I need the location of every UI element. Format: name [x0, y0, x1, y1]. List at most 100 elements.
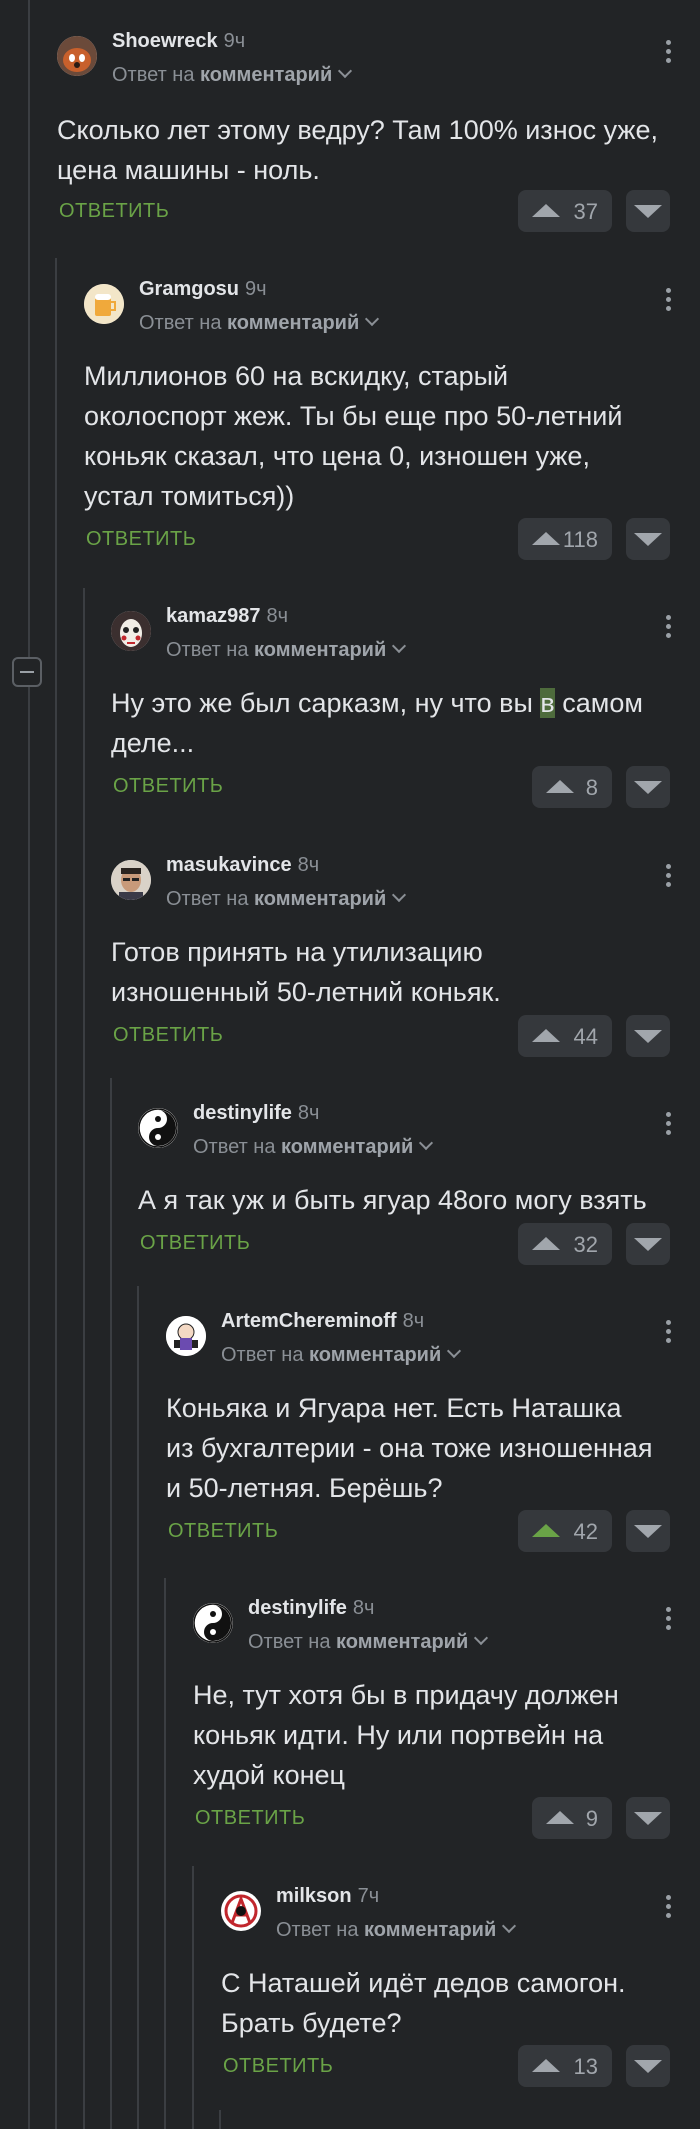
- vote-count: 13: [573, 2054, 598, 2079]
- upvote-button[interactable]: 44: [518, 1015, 612, 1057]
- thread-line-3: [83, 588, 85, 2129]
- arrow-up-icon: [532, 204, 560, 217]
- reply-button[interactable]: ОТВЕТИТЬ: [140, 1232, 250, 1255]
- thread-line-5: [137, 1286, 139, 2129]
- chevron-down-icon: [474, 1630, 489, 1646]
- beer-avatar[interactable]: [84, 284, 124, 324]
- more-icon[interactable]: [666, 1895, 672, 1922]
- more-icon[interactable]: [666, 1607, 672, 1634]
- reply-button[interactable]: ОТВЕТИТЬ: [223, 2055, 333, 2078]
- arrow-up-icon: [546, 780, 574, 793]
- more-icon[interactable]: [666, 40, 672, 67]
- comment: kamaz987 8ч Ответ на комментарий Ну это ж…: [111, 605, 672, 808]
- vote-count: 9: [585, 1806, 598, 1831]
- thread-line-6: [164, 1578, 166, 2129]
- upvote-button[interactable]: 8: [532, 766, 612, 808]
- comment-time: 8ч: [352, 1597, 375, 1619]
- reply-button[interactable]: ОТВЕТИТЬ: [113, 1024, 223, 1047]
- username[interactable]: masukavince: [166, 854, 292, 876]
- reply-to-link[interactable]: Ответ на комментарий: [112, 63, 353, 87]
- yinyang-avatar[interactable]: [193, 1603, 233, 1643]
- reply-to-link[interactable]: Ответ на комментарий: [166, 638, 407, 662]
- cartoon-avatar[interactable]: [166, 1316, 206, 1356]
- more-icon[interactable]: [666, 288, 672, 315]
- mask-avatar[interactable]: [111, 611, 151, 651]
- reply-to-link[interactable]: Ответ на комментарий: [193, 1135, 434, 1159]
- reply-button[interactable]: ОТВЕТИТЬ: [59, 200, 169, 223]
- comment-time: 8ч: [402, 1310, 425, 1332]
- reply-to-link[interactable]: Ответ на комментарий: [248, 1630, 489, 1654]
- thread-line-2: [55, 258, 57, 2129]
- arrow-up-icon: [546, 1811, 574, 1824]
- comment: Gramgosu 9ч Ответ на комментарий Миллионо…: [84, 278, 672, 560]
- reply-button[interactable]: ОТВЕТИТЬ: [195, 1807, 305, 1830]
- man-avatar[interactable]: [111, 860, 151, 900]
- downvote-button[interactable]: [626, 1015, 670, 1057]
- comment-time: 8ч: [266, 605, 289, 627]
- downvote-button[interactable]: [626, 1223, 670, 1265]
- username[interactable]: destinylife: [248, 1597, 347, 1619]
- thread-line-4: [110, 1078, 112, 2129]
- username[interactable]: Gramgosu: [139, 278, 239, 300]
- reply-to-link[interactable]: Ответ на комментарий: [276, 1918, 517, 1942]
- downvote-button[interactable]: [626, 1510, 670, 1552]
- upvote-button[interactable]: 37: [518, 190, 612, 232]
- username[interactable]: Shoewreck: [112, 30, 218, 52]
- chevron-down-icon: [502, 1918, 517, 1934]
- comment-text: Не, тут хотя бы в придачу должен коньяк и…: [193, 1680, 619, 1790]
- chevron-down-icon: [447, 1343, 462, 1359]
- arrow-up-icon: [532, 1524, 560, 1537]
- vote-count: 44: [573, 1024, 598, 1049]
- comment: masukavince 8ч Ответ на комментарий Готов…: [111, 854, 672, 1057]
- reply-button[interactable]: ОТВЕТИТЬ: [86, 528, 196, 551]
- comment-time: 8ч: [297, 854, 320, 876]
- username[interactable]: milkson: [276, 1885, 352, 1907]
- thread-line-7: [192, 1866, 194, 2129]
- chevron-down-icon: [419, 1135, 434, 1151]
- downvote-button[interactable]: [626, 518, 670, 560]
- more-icon[interactable]: [666, 864, 672, 891]
- comment: milkson 7ч Ответ на комментарий С Наташей…: [221, 1885, 672, 2095]
- upvote-button[interactable]: 9: [532, 1797, 612, 1839]
- downvote-button[interactable]: [626, 766, 670, 808]
- upvote-button[interactable]: 13: [518, 2045, 612, 2087]
- reply-button[interactable]: ОТВЕТИТЬ: [168, 1520, 278, 1543]
- vote-count: 8: [585, 775, 598, 800]
- username[interactable]: ArtemChereminoff: [221, 1310, 397, 1332]
- vote-count: 118: [562, 527, 598, 552]
- comment-text: А я так уж и быть ягуар 48ого могу взять: [138, 1185, 647, 1215]
- comment-time: 8ч: [297, 1102, 320, 1124]
- more-icon[interactable]: [666, 615, 672, 642]
- comment: Shoewreck 9ч Ответ на комментарий Сколько…: [57, 30, 672, 232]
- comment-time: 7ч: [357, 1885, 380, 1907]
- downvote-button[interactable]: [626, 1797, 670, 1839]
- comment-text: Коньяка и Ягуара нет. Есть Наташка из бух…: [166, 1393, 653, 1503]
- red-panda-avatar[interactable]: [57, 36, 97, 76]
- downvote-button[interactable]: [626, 190, 670, 232]
- upvote-button[interactable]: 32: [518, 1223, 612, 1265]
- username[interactable]: destinylife: [193, 1102, 292, 1124]
- comment: destinylife 8ч Ответ на комментарий А я т…: [138, 1102, 672, 1265]
- chevron-down-icon: [365, 311, 380, 327]
- chevron-down-icon: [392, 887, 407, 903]
- reply-to-link[interactable]: Ответ на комментарий: [166, 887, 407, 911]
- arrow-up-icon: [532, 2059, 560, 2072]
- arrow-up-icon: [532, 1029, 560, 1042]
- more-icon[interactable]: [666, 1112, 672, 1139]
- upvote-button[interactable]: 42: [518, 1510, 612, 1552]
- anarchy-avatar[interactable]: [221, 1891, 261, 1931]
- collapse-thread-button[interactable]: [12, 657, 42, 687]
- username[interactable]: kamaz987: [166, 605, 261, 627]
- reply-button[interactable]: ОТВЕТИТЬ: [113, 775, 223, 798]
- more-icon[interactable]: [666, 1320, 672, 1347]
- upvote-button[interactable]: 118: [518, 518, 612, 560]
- downvote-button[interactable]: [626, 2045, 670, 2087]
- yinyang-avatar[interactable]: [138, 1108, 178, 1148]
- reply-to-link[interactable]: Ответ на комментарий: [221, 1343, 462, 1367]
- vote-count: 32: [573, 1232, 598, 1257]
- chevron-down-icon: [392, 638, 407, 654]
- comment: destinylife 8ч Ответ на комментарий Не, т…: [193, 1597, 672, 1847]
- chevron-down-icon: [338, 63, 353, 79]
- thread-line-1: [28, 0, 30, 2129]
- reply-to-link[interactable]: Ответ на комментарий: [139, 311, 380, 335]
